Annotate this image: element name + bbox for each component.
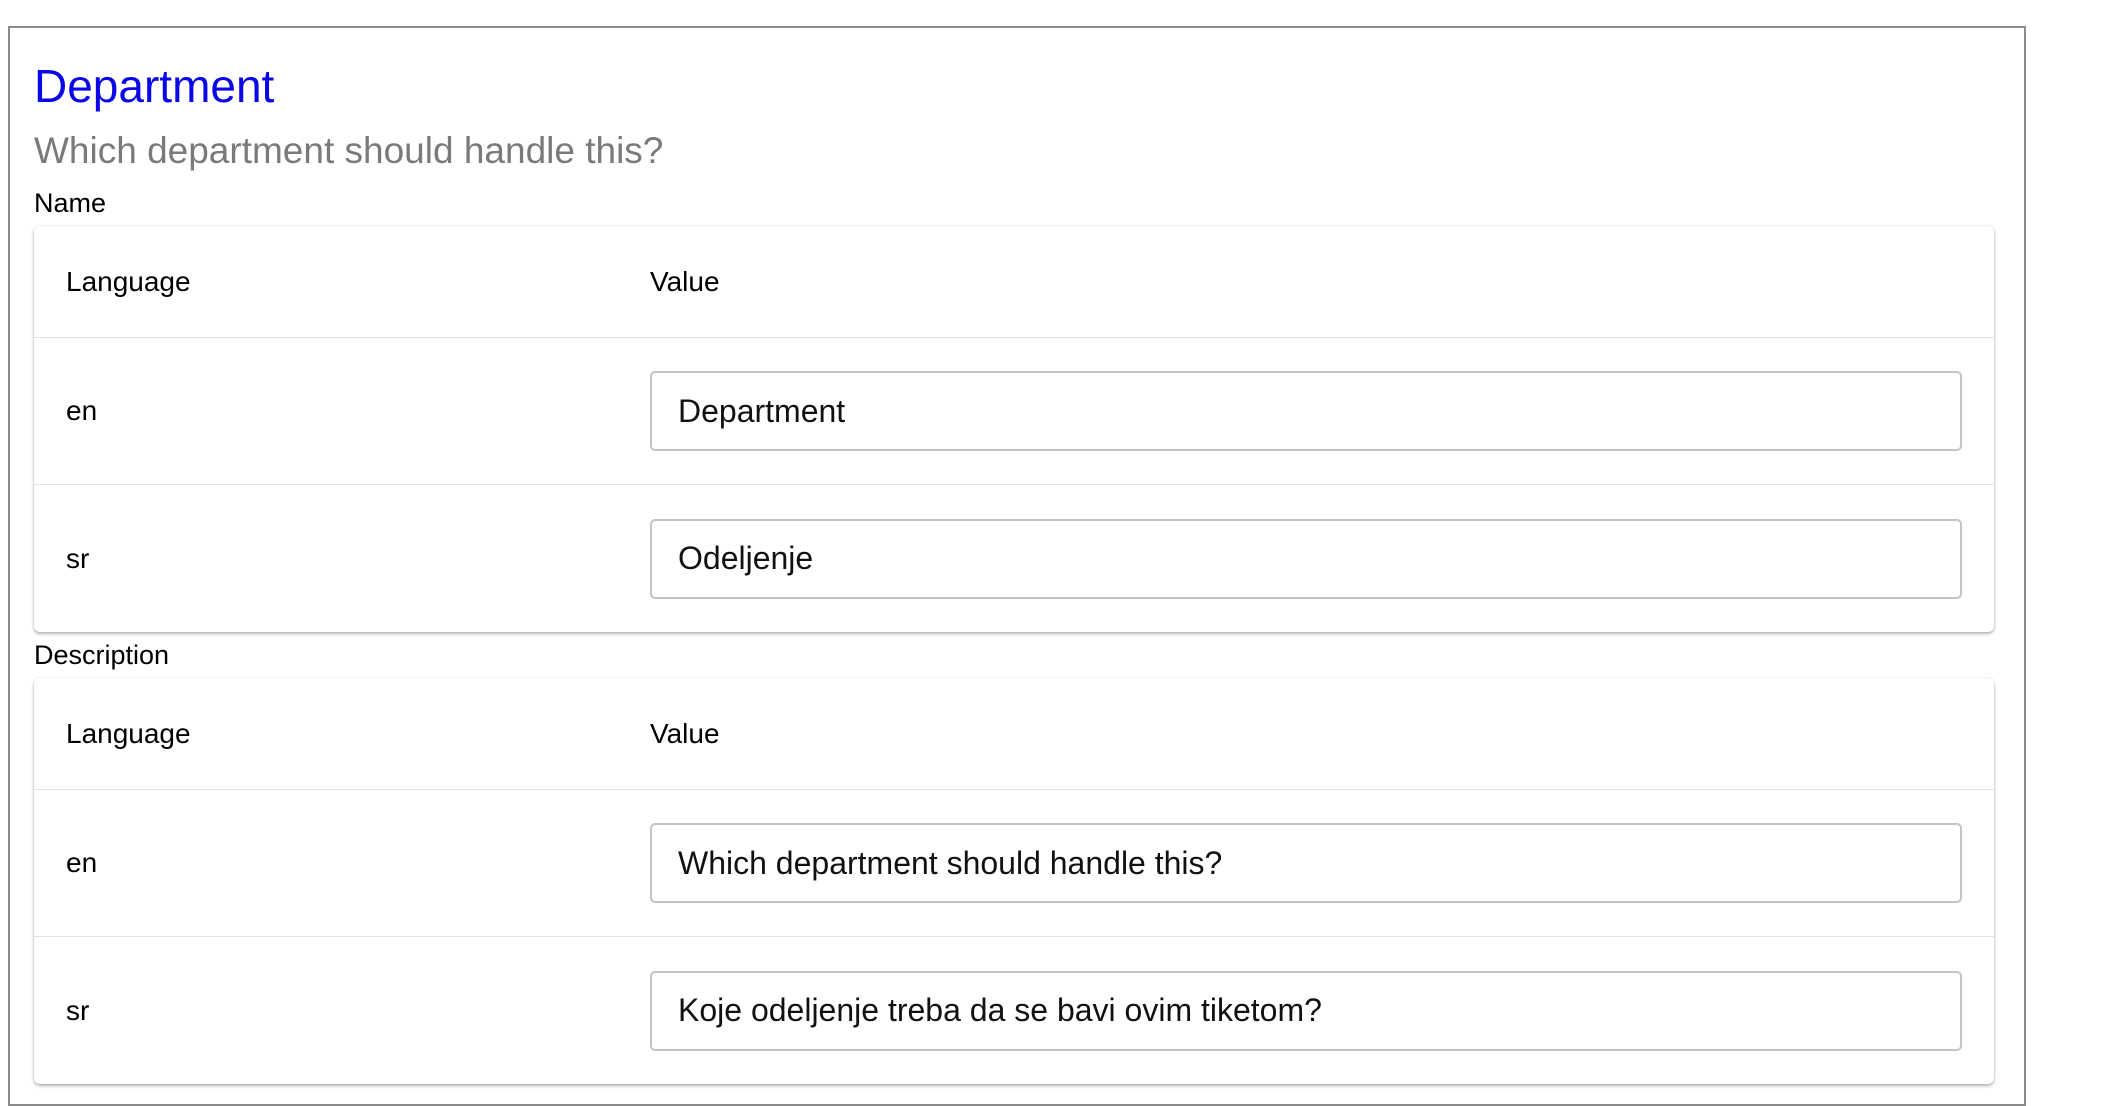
description-value-input-sr[interactable] — [650, 970, 1962, 1051]
description-translations-table: Language Value en sr — [34, 678, 1994, 1084]
name-value-input-sr[interactable] — [650, 518, 1962, 599]
language-code: sr — [66, 542, 90, 574]
table-row: sr — [34, 937, 1994, 1084]
table-header-row: Language Value — [34, 678, 1994, 790]
language-code: en — [66, 847, 98, 878]
name-section-label: Name — [34, 188, 107, 218]
column-header-language: Language — [66, 265, 191, 297]
column-header-language: Language — [66, 717, 191, 749]
description-value-input-en[interactable] — [650, 823, 1962, 903]
field-editor-panel: Department Which department should handl… — [8, 26, 2026, 1106]
name-value-input-en[interactable] — [650, 371, 1962, 451]
name-translations-table: Language Value en sr — [34, 226, 1994, 632]
column-header-value: Value — [650, 265, 720, 297]
column-header-value: Value — [650, 717, 720, 749]
table-row: sr — [34, 485, 1994, 632]
language-code: en — [66, 395, 98, 426]
field-subtitle: Which department should handle this? — [34, 130, 664, 171]
field-title: Department — [34, 60, 275, 112]
table-row: en — [34, 338, 1994, 485]
table-row: en — [34, 790, 1994, 937]
language-code: sr — [66, 994, 90, 1026]
description-section-label: Description — [34, 640, 170, 670]
table-header-row: Language Value — [34, 226, 1994, 338]
